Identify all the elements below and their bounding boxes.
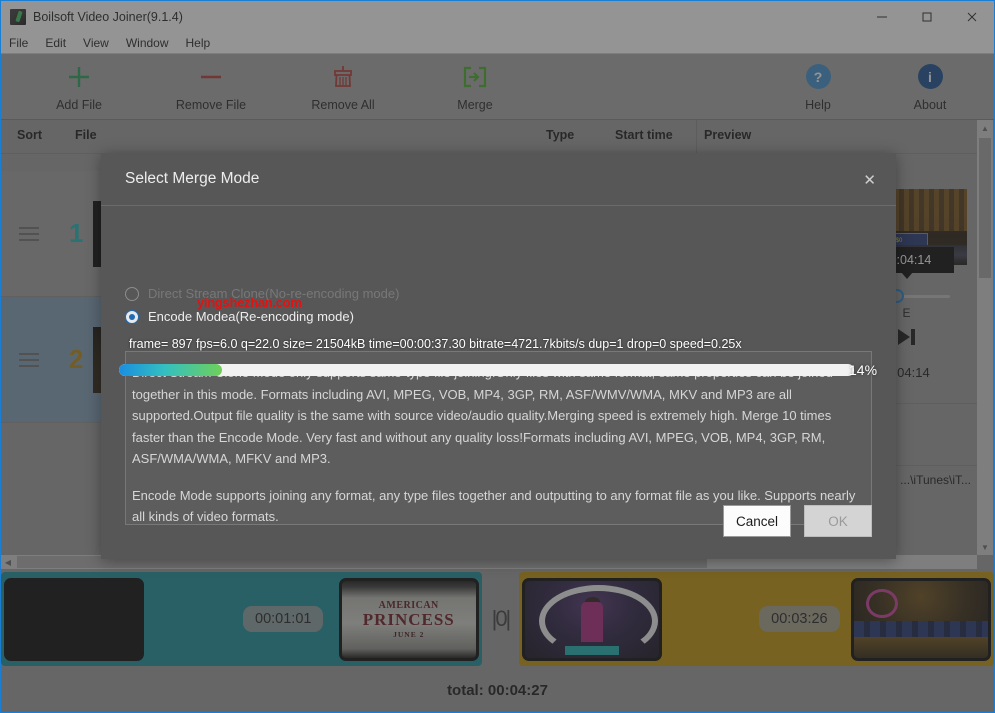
select-merge-mode-dialog: Select Merge Mode ✕ Direct Stream Clone(… [101,153,896,559]
progress-bar [119,364,854,376]
description-paragraph-1: Direct Stream Clone Mode only supports s… [132,365,833,466]
dialog-header: Select Merge Mode ✕ [101,153,896,206]
radio-indicator [125,309,139,324]
progress-bar-fill [119,364,222,376]
radio-label: Encode Modea(Re-encoding mode) [148,309,354,324]
mode-description-box: Direct Stream Clone Mode only supports s… [125,351,872,525]
radio-encode-mode[interactable]: Encode Modea(Re-encoding mode) [125,309,354,324]
close-icon[interactable]: ✕ [863,171,876,189]
cancel-button[interactable]: Cancel [723,505,791,537]
dialog-body: Direct Stream Clone(No-re-encoding mode)… [101,205,896,559]
application-window: Boilsoft Video Joiner(9.1.4) File Edit V… [0,0,995,713]
watermark-text: yingshezhan.com [197,295,302,310]
dialog-title: Select Merge Mode [125,170,260,187]
progress-percent-label: 14% [849,362,878,378]
radio-indicator [125,286,139,301]
encoder-status-line: frame= 897 fps=6.0 q=22.0 size= 21504kB … [129,337,742,351]
dialog-footer: Cancel OK [723,505,872,537]
ok-button: OK [804,505,872,537]
